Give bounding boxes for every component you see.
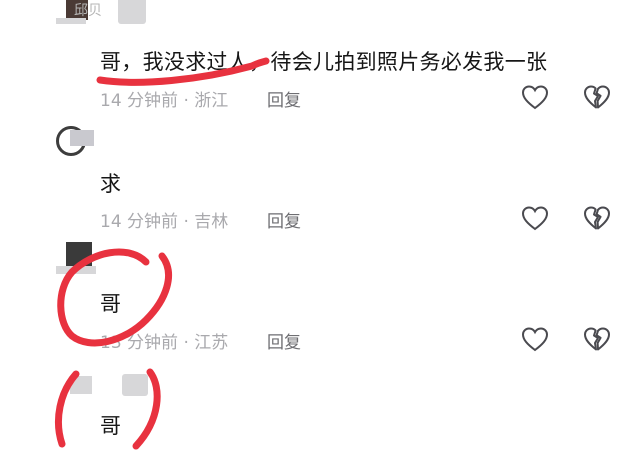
- heart-outline-icon: [521, 206, 549, 231]
- dislike-button[interactable]: [582, 203, 612, 233]
- username-placeholder: [118, 0, 146, 24]
- comment-meta: 13 分钟前 · 江苏: [100, 333, 229, 353]
- comment-text: 哥: [100, 414, 122, 438]
- username-placeholder: [122, 374, 148, 396]
- dislike-button[interactable]: [582, 324, 612, 354]
- comment-meta: 14 分钟前 · 浙江: [100, 91, 229, 111]
- heart-outline-icon: [521, 85, 549, 110]
- like-button[interactable]: [520, 324, 550, 354]
- username[interactable]: 邱贝: [74, 0, 102, 20]
- heart-outline-icon: [521, 327, 549, 352]
- reply-button[interactable]: 回复: [267, 328, 301, 353]
- broken-heart-outline-icon: [584, 85, 610, 109]
- comment-text: 哥: [100, 292, 122, 316]
- broken-heart-outline-icon: [584, 206, 610, 230]
- avatar[interactable]: [56, 372, 96, 404]
- like-button[interactable]: [520, 203, 550, 233]
- comment-text: 求: [100, 172, 122, 196]
- dislike-button[interactable]: [582, 82, 612, 112]
- like-button[interactable]: [520, 82, 550, 112]
- comment-meta: 14 分钟前 · 吉林: [100, 212, 229, 232]
- avatar[interactable]: [56, 126, 96, 158]
- avatar[interactable]: [56, 242, 96, 274]
- reply-button[interactable]: 回复: [267, 207, 301, 232]
- comment-text: 哥，我没求过人，待会儿拍到照片务必发我一张: [100, 50, 548, 74]
- reply-button[interactable]: 回复: [267, 86, 301, 111]
- broken-heart-outline-icon: [584, 327, 610, 351]
